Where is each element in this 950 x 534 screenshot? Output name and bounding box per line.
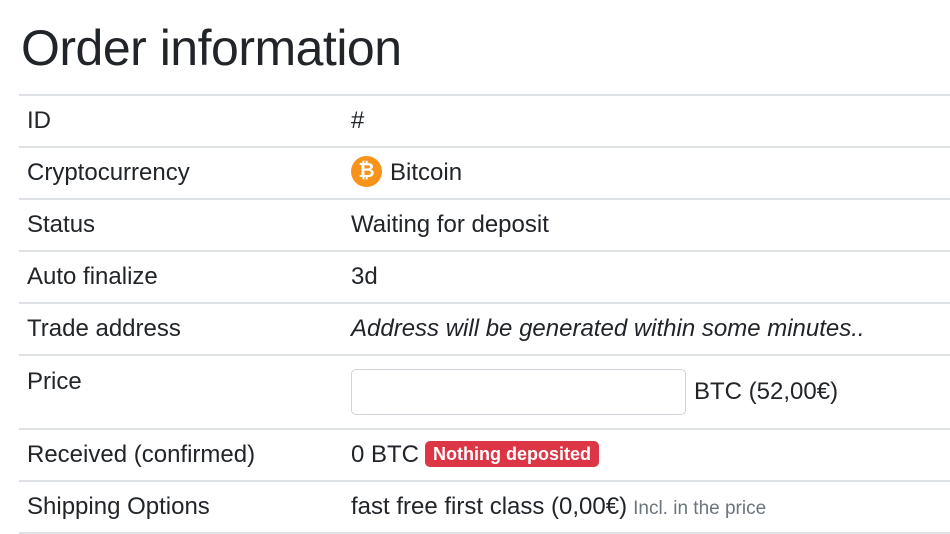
- shipping-label: Shipping Options: [27, 493, 210, 520]
- cryptocurrency-label: Cryptocurrency: [27, 159, 190, 186]
- row-trade-address: Trade address Address will be generated …: [19, 303, 950, 355]
- received-value-cell: 0 BTC Nothing deposited: [351, 429, 950, 481]
- row-price: Price BTC (52,00€): [19, 355, 950, 429]
- shipping-value: fast free first class (0,00€): [351, 493, 628, 520]
- order-info-table: ID # Cryptocurrency ₿ Bitcoin Status Wait…: [19, 94, 950, 534]
- price-label: Price: [27, 368, 82, 395]
- status-badge: Nothing deposited: [425, 440, 599, 467]
- status-value: Waiting for deposit: [351, 211, 549, 238]
- received-label: Received (confirmed): [27, 441, 256, 468]
- price-input[interactable]: [351, 369, 686, 415]
- received-value: 0 BTC: [351, 441, 420, 468]
- row-id: ID #: [19, 95, 950, 147]
- cryptocurrency-value: Bitcoin: [390, 158, 463, 186]
- page-title: Order information: [21, 20, 402, 76]
- row-auto-finalize: Auto finalize 3d: [19, 251, 950, 303]
- shipping-note: Incl. in the price: [633, 498, 767, 519]
- id-label: ID: [27, 107, 51, 134]
- trade-address-label: Trade address: [27, 315, 181, 342]
- row-cryptocurrency: Cryptocurrency ₿ Bitcoin: [19, 147, 950, 199]
- row-shipping: Shipping Options fast free first class (…: [19, 481, 950, 533]
- auto-finalize-value: 3d: [351, 263, 378, 290]
- bitcoin-icon: ₿: [351, 155, 382, 187]
- trade-address-value: Address will be generated within some mi…: [351, 315, 865, 342]
- id-value: #: [351, 107, 365, 134]
- price-value-cell: BTC (52,00€): [351, 355, 950, 429]
- cryptocurrency-value-cell: ₿ Bitcoin: [351, 147, 950, 199]
- row-received: Received (confirmed) 0 BTC Nothing deposi…: [19, 429, 950, 481]
- auto-finalize-label: Auto finalize: [27, 263, 158, 290]
- price-unit: BTC (52,00€): [694, 378, 839, 405]
- status-label: Status: [27, 211, 96, 238]
- shipping-value-cell: fast free first class (0,00€) Incl. in th…: [351, 481, 950, 533]
- row-status: Status Waiting for deposit: [19, 199, 950, 251]
